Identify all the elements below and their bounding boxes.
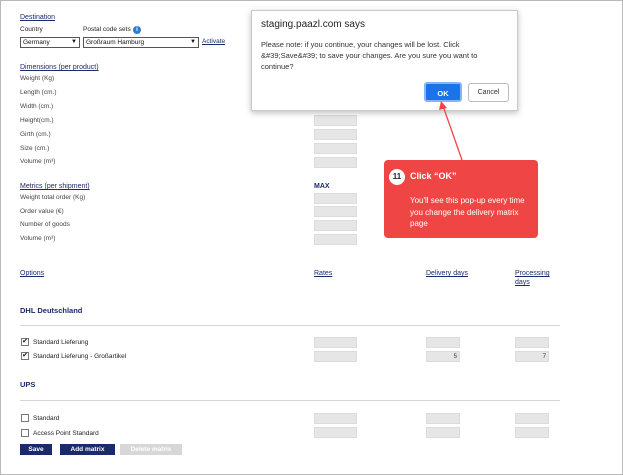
metric-label: Number of goods [20,221,70,228]
processing-days-input[interactable] [515,337,549,348]
country-select-value: Germany [23,39,50,46]
metrics-title: Metrics (per shipment) [20,183,90,190]
cancel-button[interactable]: Cancel [468,83,509,102]
tutorial-callout: 11 Click “OK” You'll see this pop-up eve… [384,160,538,238]
add-matrix-button[interactable]: Add matrix [60,444,115,455]
dimension-max-input[interactable] [314,129,357,140]
country-label: Country [20,26,43,33]
postal-code-select-value: Großraum Hamburg [86,39,145,46]
service-label: Standard [33,415,60,422]
rate-input[interactable] [314,413,357,424]
postal-code-select[interactable]: Großraum Hamburg ▼ [83,37,199,48]
dimension-label: Volume (m³) [20,158,56,165]
processing-days-column-header: days [515,279,530,286]
dimension-label: Size (cm.) [20,145,50,152]
metric-max-input[interactable] [314,193,357,204]
processing-days-input[interactable] [515,427,549,438]
callout-title: Click “OK” [410,171,457,181]
delivery-days-input[interactable]: 5 [426,351,460,362]
delivery-days-column-header: Delivery days [426,270,469,277]
service-checkbox[interactable]: ✔ [21,352,29,360]
metric-max-input[interactable] [314,206,357,217]
dimension-label: Length (cm.) [20,89,57,96]
metric-label: Weight total order (Kg) [20,194,86,201]
metric-label: Volume (m³) [20,235,56,242]
processing-days-column-header: Processing [515,270,550,277]
chevron-down-icon: ▼ [190,39,196,45]
dimensions-title: Dimensions (per product) [20,64,99,71]
options-column-header: Options [20,270,45,277]
dialog-message: Please note: if you continue, your chang… [261,40,478,71]
divider [20,400,560,401]
rate-input[interactable] [314,337,357,348]
chevron-down-icon: ▼ [71,39,77,45]
country-select[interactable]: Germany ▼ [20,37,80,48]
metric-max-input[interactable] [314,234,357,245]
delete-matrix-button: Delete matrix [120,444,182,455]
info-icon[interactable]: i [133,26,141,34]
service-checkbox[interactable] [21,414,29,422]
rates-column-header: Rates [314,270,333,277]
postal-code-sets-label: Postal code sets [83,26,131,33]
service-label: Standard Lieferung [33,339,89,346]
dimension-max-input[interactable] [314,115,357,126]
dimension-label: Girth (cm.) [20,131,51,138]
save-button[interactable]: Save [20,444,52,455]
dimension-max-input[interactable] [314,143,357,154]
destination-title: Destination [20,14,56,21]
service-checkbox[interactable]: ✔ [21,338,29,346]
divider [20,325,560,326]
service-checkbox[interactable] [21,429,29,437]
step-number-badge: 11 [389,169,405,185]
confirm-dialog: staging.paazl.com says Please note: if y… [251,10,518,111]
processing-days-input[interactable] [515,413,549,424]
dimension-label: Weight (Kg) [20,75,55,82]
activate-link[interactable]: Activate [202,38,225,45]
metric-max-input[interactable] [314,220,357,231]
dimension-label: Height(cm.) [20,117,54,124]
delivery-days-input[interactable] [426,413,460,424]
service-label: Standard Lieferung - Großartikel [33,353,127,360]
carrier-name: DHL Deutschland [20,306,83,315]
rate-input[interactable] [314,351,357,362]
delivery-days-input[interactable] [426,337,460,348]
metric-label: Order value (€) [20,208,64,215]
carrier-name: UPS [20,380,36,389]
processing-days-input[interactable]: 7 [515,351,549,362]
dimension-max-input[interactable] [314,157,357,168]
max-column-header: MAX [314,183,330,190]
dialog-title: staging.paazl.com says [261,19,365,30]
ok-button[interactable]: OK [424,82,462,102]
service-label: Access Point Standard [33,430,99,437]
callout-body: You'll see this pop-up every time you ch… [410,196,525,228]
delivery-days-input[interactable] [426,427,460,438]
dimension-label: Width (cm.) [20,103,54,110]
rate-input[interactable] [314,427,357,438]
